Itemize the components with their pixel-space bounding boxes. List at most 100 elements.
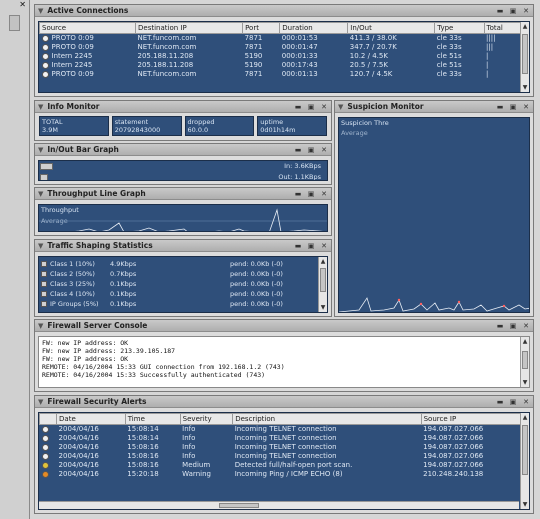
alert-desc: Incoming TELNET connection xyxy=(234,425,337,434)
column-header[interactable]: Type xyxy=(434,22,485,34)
alert-point xyxy=(419,302,423,306)
scroll-down-icon[interactable]: ▼ xyxy=(521,378,529,387)
restore-icon[interactable]: ▣ xyxy=(307,146,315,154)
close-icon[interactable]: ✕ xyxy=(0,0,29,12)
traffic-class-row[interactable]: IP Groups (5%) 0.1Kbps pend: 0.0Kb (-0) xyxy=(41,299,315,309)
traffic-class-row[interactable]: Class 3 (25%) 0.1Kbps pend: 0.0Kb (-0) xyxy=(41,279,315,289)
restore-icon[interactable]: ▣ xyxy=(509,322,517,330)
close-icon[interactable]: ✕ xyxy=(320,146,328,154)
collapse-icon[interactable]: ▼ xyxy=(38,398,43,406)
vertical-scrollbar[interactable]: ▲ ▼ xyxy=(520,337,529,387)
scroll-up-icon[interactable]: ▲ xyxy=(319,257,327,266)
scroll-up-icon[interactable]: ▲ xyxy=(521,337,529,346)
info-icon xyxy=(41,434,49,442)
traffic-class-row[interactable]: Class 4 (10%) 0.1Kbps pend: 0.0Kb (-0) xyxy=(41,289,315,299)
collapse-icon[interactable]: ▼ xyxy=(38,103,43,111)
scroll-up-icon[interactable]: ▲ xyxy=(521,413,529,422)
close-icon[interactable]: ✕ xyxy=(522,322,530,330)
restore-icon[interactable]: ▣ xyxy=(307,242,315,250)
active-connections-titlebar[interactable]: ▼ Active Connections ▬ ▣ ✕ xyxy=(35,5,533,17)
close-icon[interactable]: ✕ xyxy=(522,398,530,406)
panel-title: Info Monitor xyxy=(47,102,100,111)
table-row[interactable]: Intern 2245 205.188.11.208 5190 000:17:43 20… xyxy=(40,61,521,70)
dock-grip[interactable] xyxy=(9,15,20,31)
alert-row[interactable]: 2004/04/16 15:08:16 Info Incoming TELNET co… xyxy=(40,452,521,461)
close-icon[interactable]: ✕ xyxy=(522,7,530,15)
table-row[interactable]: Intern 2245 205.188.11.208 5190 000:01:33 10… xyxy=(40,52,521,61)
close-icon[interactable]: ✕ xyxy=(522,103,530,111)
traffic-class-row[interactable]: Class 2 (50%) 0.7Kbps pend: 0.0Kb (-0) xyxy=(41,269,315,279)
suspicion-monitor-titlebar[interactable]: ▼ Suspicion Monitor ▬ ▣ ✕ xyxy=(335,101,533,113)
throughput-graph-titlebar[interactable]: ▼ Throughput Line Graph ▬ ▣ ✕ xyxy=(35,188,331,200)
alert-row[interactable]: 2004/04/16 15:08:16 Medium Detected full/ha… xyxy=(40,461,521,470)
traffic-class-row[interactable]: Class 1 (10%) 4.9Kbps pend: 0.0Kb (-0) xyxy=(41,259,315,269)
scroll-thumb[interactable] xyxy=(219,503,259,508)
info-monitor-titlebar[interactable]: ▼ Info Monitor ▬ ▣ ✕ xyxy=(35,101,331,113)
scroll-down-icon[interactable]: ▼ xyxy=(319,303,327,312)
scroll-up-icon[interactable]: ▲ xyxy=(521,22,529,31)
collapse-icon[interactable]: ▼ xyxy=(38,7,43,15)
minimize-icon[interactable]: ▬ xyxy=(496,103,504,111)
column-header[interactable]: Source xyxy=(39,22,137,34)
security-alerts-titlebar[interactable]: ▼ Firewall Security Alerts ▬ ▣ ✕ xyxy=(35,396,533,408)
close-icon[interactable]: ✕ xyxy=(320,242,328,250)
table-cell: NET.funcom.com xyxy=(137,43,197,51)
collapse-icon[interactable]: ▼ xyxy=(338,103,343,111)
close-icon[interactable]: ✕ xyxy=(320,190,328,198)
table-row[interactable]: PROTO 0:09 NET.funcom.com 7871 000:01:53 411… xyxy=(40,34,521,43)
restore-icon[interactable]: ▣ xyxy=(307,103,315,111)
column-header[interactable]: Time xyxy=(124,413,181,425)
minimize-icon[interactable]: ▬ xyxy=(496,398,504,406)
minimize-icon[interactable]: ▬ xyxy=(294,146,302,154)
alert-row[interactable]: 2004/04/16 15:08:14 Info Incoming TELNET co… xyxy=(40,425,521,434)
vertical-scrollbar[interactable]: ▲ ▼ xyxy=(520,413,529,509)
column-header[interactable]: In/Out xyxy=(347,22,436,34)
restore-icon[interactable]: ▣ xyxy=(509,103,517,111)
column-header[interactable]: Destination IP xyxy=(135,22,244,34)
restore-icon[interactable]: ▣ xyxy=(509,7,517,15)
table-row[interactable]: PROTO 0:09 NET.funcom.com 7871 000:01:47 347… xyxy=(40,43,521,52)
vertical-scrollbar[interactable]: ▲ ▼ xyxy=(318,257,327,312)
class-name: Class 3 (25%) xyxy=(50,280,95,288)
scroll-thumb[interactable] xyxy=(320,268,326,292)
minimize-icon[interactable]: ▬ xyxy=(294,190,302,198)
class-pending: pend: 0.0Kb (-0) xyxy=(230,260,283,268)
alert-row[interactable]: 2004/04/16 15:20:18 Warning Incoming Ping /… xyxy=(40,470,521,479)
column-header[interactable]: Description xyxy=(232,413,422,425)
class-icon xyxy=(41,271,47,277)
collapse-icon[interactable]: ▼ xyxy=(38,322,43,330)
scroll-thumb[interactable] xyxy=(522,34,528,74)
column-header[interactable]: Duration xyxy=(279,22,349,34)
column-header[interactable]: Source IP xyxy=(420,413,522,425)
collapse-icon[interactable]: ▼ xyxy=(38,242,43,250)
collapse-icon[interactable]: ▼ xyxy=(38,190,43,198)
alert-row[interactable]: 2004/04/16 15:08:14 Info Incoming TELNET co… xyxy=(40,434,521,443)
collapse-icon[interactable]: ▼ xyxy=(38,146,43,154)
inout-bar-graph-titlebar[interactable]: ▼ In/Out Bar Graph ▬ ▣ ✕ xyxy=(35,144,331,156)
alert-desc: Incoming Ping / ICMP ECHO (8) xyxy=(234,470,343,478)
horizontal-scrollbar[interactable] xyxy=(39,501,519,509)
column-header[interactable]: Date xyxy=(56,413,126,425)
minimize-icon[interactable]: ▬ xyxy=(496,7,504,15)
console-line: REMOTE: 04/16/2004 15:33 Successfully au… xyxy=(42,371,266,379)
table-row[interactable]: PROTO 0:09 NET.funcom.com 7871 000:01:13 120… xyxy=(40,70,521,79)
firewall-console-titlebar[interactable]: ▼ Firewall Server Console ▬ ▣ ✕ xyxy=(35,320,533,332)
restore-icon[interactable]: ▣ xyxy=(509,398,517,406)
minimize-icon[interactable]: ▬ xyxy=(294,242,302,250)
vertical-scrollbar[interactable]: ▲ ▼ xyxy=(520,22,529,92)
column-header[interactable]: Severity xyxy=(179,413,234,425)
traffic-shaping-titlebar[interactable]: ▼ Traffic Shaping Statistics ▬ ▣ ✕ xyxy=(35,240,331,252)
restore-icon[interactable]: ▣ xyxy=(307,190,315,198)
column-header[interactable]: Port xyxy=(242,22,281,34)
minimize-icon[interactable]: ▬ xyxy=(294,103,302,111)
column-header[interactable]: Total xyxy=(483,22,522,34)
scroll-thumb[interactable] xyxy=(522,351,528,369)
alert-level-cell xyxy=(40,434,57,443)
scroll-down-icon[interactable]: ▼ xyxy=(521,83,529,92)
minimize-icon[interactable]: ▬ xyxy=(496,322,504,330)
column-header[interactable] xyxy=(39,413,58,425)
scroll-down-icon[interactable]: ▼ xyxy=(521,500,529,509)
scroll-thumb[interactable] xyxy=(522,425,528,475)
alert-row[interactable]: 2004/04/16 15:08:16 Info Incoming TELNET co… xyxy=(40,443,521,452)
close-icon[interactable]: ✕ xyxy=(320,103,328,111)
